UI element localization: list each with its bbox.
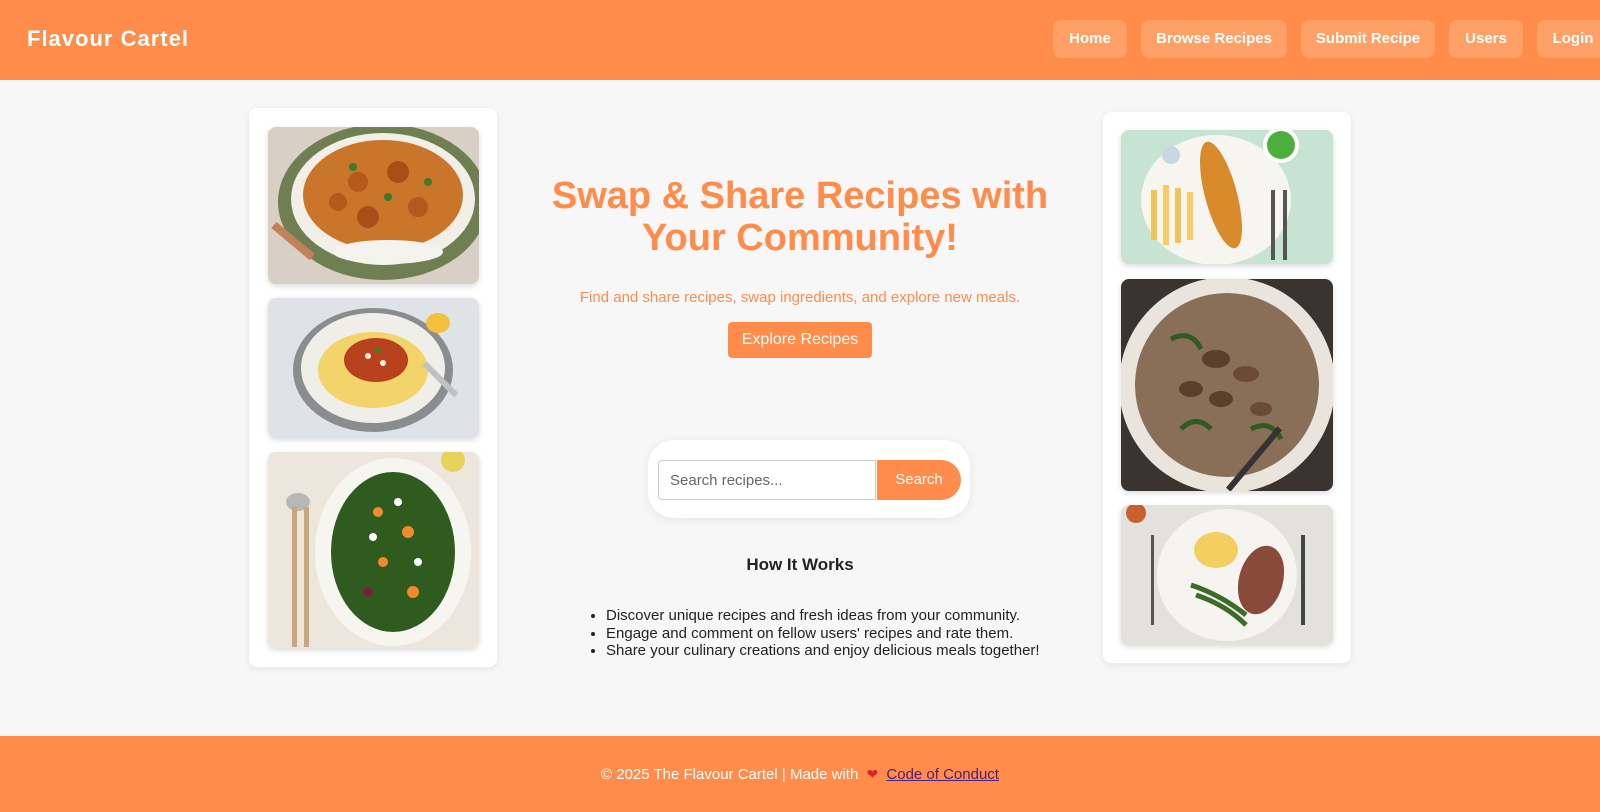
- nav-submit-recipe[interactable]: Submit Recipe: [1301, 20, 1435, 58]
- footer-copyright: © 2025 The Flavour Cartel | Made with: [601, 766, 859, 783]
- fish-and-chips-image: [1121, 130, 1333, 264]
- curry-dish-image: [268, 127, 479, 284]
- left-image-card: [249, 108, 497, 667]
- steak-mash-image: [1121, 505, 1333, 645]
- list-item: Discover unique recipes and fresh ideas …: [606, 607, 1066, 625]
- nav-users[interactable]: Users: [1449, 20, 1523, 58]
- page-footer: © 2025 The Flavour Cartel | Made with ❤ …: [0, 736, 1600, 812]
- footer-line: © 2025 The Flavour Cartel | Made with ❤ …: [0, 766, 1600, 783]
- hero-subtitle: Find and share recipes, swap ingredients…: [579, 289, 1021, 306]
- top-navbar: Flavour Cartel Home Browse Recipes Submi…: [0, 0, 1600, 80]
- mushroom-risotto-image: [1121, 279, 1333, 491]
- how-it-works-title: How It Works: [746, 555, 854, 574]
- right-image-card: [1103, 112, 1351, 663]
- heart-icon: ❤: [866, 766, 879, 782]
- nav-login[interactable]: Login: [1537, 20, 1600, 58]
- list-item: Share your culinary creations and enjoy …: [606, 642, 1066, 660]
- spaghetti-bolognese-image: [268, 298, 479, 438]
- search-container: Search: [648, 440, 970, 518]
- search-button[interactable]: Search: [877, 460, 961, 500]
- hero-title: Swap & Share Recipes with Your Community…: [551, 175, 1049, 259]
- nav-browse-recipes[interactable]: Browse Recipes: [1141, 20, 1287, 58]
- code-of-conduct-link[interactable]: Code of Conduct: [886, 766, 999, 783]
- list-item: Engage and comment on fellow users' reci…: [606, 625, 1066, 643]
- search-input[interactable]: [658, 460, 876, 500]
- brand-logo-text[interactable]: Flavour Cartel: [27, 26, 189, 52]
- nav-home[interactable]: Home: [1053, 20, 1127, 58]
- kale-salad-image: [268, 452, 479, 648]
- how-it-works-list: Discover unique recipes and fresh ideas …: [606, 607, 1066, 660]
- explore-recipes-button[interactable]: Explore Recipes: [728, 322, 872, 358]
